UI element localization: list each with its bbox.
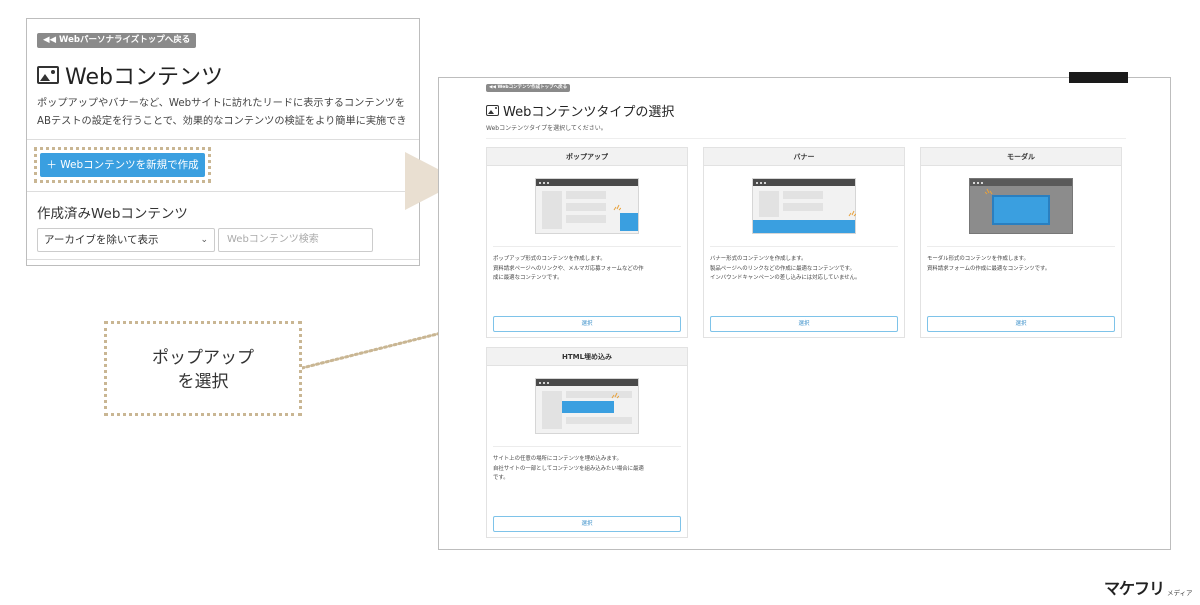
card-description-line: バナー形式のコンテンツを作成します。: [710, 256, 807, 262]
page-description: ポップアップやバナーなど、Webサイトに訪れたリードに表示するコンテンツを AB…: [37, 95, 419, 131]
select-banner-button[interactable]: 選択: [710, 316, 898, 332]
card-description-line: です。: [493, 475, 509, 481]
card-description-line: サイト上の任意の場所にコンテンツを埋め込みます。: [493, 456, 622, 462]
card-divider: [493, 246, 681, 247]
card-divider: [493, 446, 681, 447]
card-description-line: 資料請求フォームの作成に最適なコンテンツです。: [927, 265, 1051, 272]
divider: [27, 191, 419, 192]
card-title: バナー: [704, 148, 904, 166]
card-description: ポップアップ形式のコンテンツを作成します。 資料請求ページへのリンクや、メルマガ…: [493, 255, 685, 284]
card-divider: [927, 246, 1115, 247]
content-type-card-banner: バナー バナー形式のコンテンツを作成します。 製品ページへのリンクなどの作成に最…: [703, 147, 905, 338]
select-popup-callout: ポップアップ を選択: [104, 321, 302, 416]
web-content-page-screenshot: ◀◀ Webパーソナライズトップへ戻る Webコンテンツ ポップアップやバナーな…: [26, 18, 420, 266]
back-to-personalize-top-link[interactable]: ◀◀ Webパーソナライズトップへ戻る: [37, 33, 197, 48]
card-description-line: 製品ページへのリンクなどの作成に最適なコンテンツです。: [710, 265, 855, 272]
select-html-embed-button[interactable]: 選択: [493, 516, 681, 532]
image-icon: [486, 105, 499, 116]
content-type-card-popup: ポップアップ ポップアップ形式のコンテンツを作成します。 資料請求ページへのリン…: [486, 147, 688, 338]
card-description-line: インバウンドキャンペーンの差し込みには対応していません。: [710, 275, 861, 281]
card-description-line: モーダル形式のコンテンツを作成します。: [927, 256, 1029, 262]
logo-main-text: マケフリ: [1104, 579, 1165, 598]
page-title: Webコンテンツ: [65, 65, 223, 90]
archive-filter-value: アーカイブを除いて表示: [44, 234, 159, 246]
divider: [27, 139, 419, 140]
content-type-selection-screenshot: ◀◀ Webコンテンツ作成トップへ戻る Webコンテンツタイプの選択 Webコン…: [438, 77, 1171, 550]
page-description-line: ABテストの設定を行うことで、効果的なコンテンツの検証をより簡単に実施でき: [37, 116, 407, 127]
chevron-down-icon: ⌄: [200, 235, 208, 245]
callout-text: ポップアップ を選択: [107, 346, 299, 394]
modal-illustration-icon: [969, 178, 1073, 234]
image-icon: [37, 66, 59, 84]
html-embed-illustration-icon: [535, 378, 639, 434]
select-modal-button[interactable]: 選択: [927, 316, 1115, 332]
page-title-row: Webコンテンツ: [37, 59, 223, 91]
create-web-content-button[interactable]: ＋ Webコンテンツを新規で作成: [40, 153, 205, 177]
create-button-highlight: ＋ Webコンテンツを新規で作成: [34, 147, 211, 183]
makefuri-media-logo: マケフリ メディア: [1104, 575, 1193, 599]
logo-sub-text: メディア: [1167, 589, 1193, 597]
panel-tab-marker: [1069, 72, 1128, 83]
content-search-input[interactable]: Webコンテンツ検索: [218, 228, 373, 252]
created-content-heading: 作成済みWebコンテンツ: [37, 206, 188, 222]
card-description-line: 成に最適なコンテンツです。: [493, 275, 563, 281]
archive-filter-select[interactable]: アーカイブを除いて表示 ⌄: [37, 228, 215, 252]
card-description-line: 自社サイトの一部としてコンテンツを組み込みたい場合に最適: [493, 465, 644, 472]
popup-illustration-icon: [535, 178, 639, 234]
card-description: サイト上の任意の場所にコンテンツを埋め込みます。 自社サイトの一部としてコンテン…: [493, 455, 685, 484]
card-title: ポップアップ: [487, 148, 687, 166]
select-popup-button[interactable]: 選択: [493, 316, 681, 332]
card-description-line: ポップアップ形式のコンテンツを作成します。: [493, 256, 606, 262]
content-type-card-modal: モーダル モーダル形式のコンテンツを作成します。 資料請求フォームの作成に最適な…: [920, 147, 1122, 338]
card-description: モーダル形式のコンテンツを作成します。 資料請求フォームの作成に最適なコンテンツ…: [927, 255, 1119, 274]
page-description: Webコンテンツタイプを選択してください。: [486, 125, 607, 132]
divider: [27, 259, 419, 260]
card-description-line: 資料請求ページへのリンクや、メルマガ応募フォームなどの作: [493, 265, 644, 272]
back-to-content-top-link[interactable]: ◀◀ Webコンテンツ作成トップへ戻る: [486, 84, 571, 92]
page-title-row: Webコンテンツタイプの選択: [486, 101, 674, 120]
card-divider: [710, 246, 898, 247]
card-title: HTML埋め込み: [487, 348, 687, 366]
banner-illustration-icon: [752, 178, 856, 234]
callout-line: を選択: [177, 372, 229, 392]
divider: [486, 138, 1126, 139]
card-title: モーダル: [921, 148, 1121, 166]
content-type-card-html-embed: HTML埋め込み サイト上の任意の場所にコンテンツを埋め込みます。 自社サイトの…: [486, 347, 688, 538]
page-description-line: ポップアップやバナーなど、Webサイトに訪れたリードに表示するコンテンツを: [37, 98, 406, 109]
callout-line: ポップアップ: [152, 348, 254, 368]
card-description: バナー形式のコンテンツを作成します。 製品ページへのリンクなどの作成に最適なコン…: [710, 255, 902, 284]
page-title: Webコンテンツタイプの選択: [503, 105, 675, 120]
